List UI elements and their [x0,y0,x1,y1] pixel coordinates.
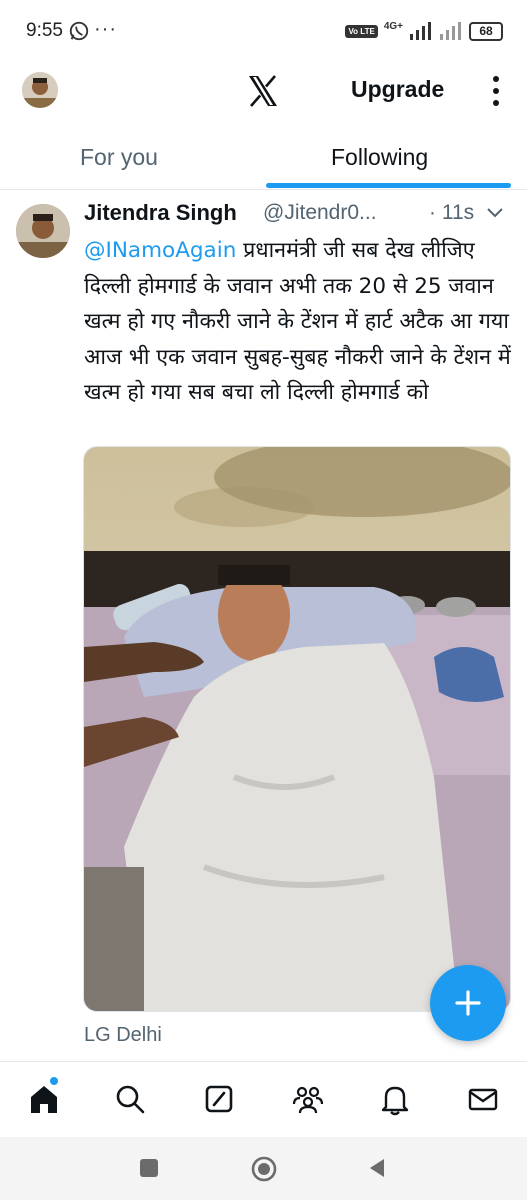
compose-button[interactable] [430,965,506,1041]
messages-icon[interactable] [466,1082,500,1116]
signal-icon-2 [440,22,461,40]
home-notification-dot [50,1077,58,1085]
profile-avatar[interactable] [22,72,58,108]
whatsapp-icon [69,21,89,41]
avatar-image [22,72,58,108]
communities-icon[interactable] [291,1082,325,1116]
author-name[interactable]: Jitendra Singh [84,200,237,226]
bottom-navigation [0,1061,527,1137]
x-logo-icon[interactable] [246,74,280,108]
tweet-timestamp[interactable]: · 11s [429,201,474,225]
status-indicators: Vo LTE 4G+ 68 [345,18,503,44]
status-bar: 9:55 ··· Vo LTE 4G+ 68 [0,0,527,62]
author-handle[interactable]: @Jitendr0... [263,201,377,225]
signal-icon [410,22,431,40]
author-avatar-image [16,204,70,258]
system-navigation-bar [0,1137,527,1200]
more-options-icon[interactable] [487,74,505,108]
notifications-icon[interactable] [378,1082,412,1116]
search-icon[interactable] [113,1082,147,1116]
volte-badge: Vo LTE [345,24,378,38]
mention-link[interactable]: @INamoAgain [84,238,236,263]
tweet-text: @INamoAgain प्रधानमंत्री जी सब देख लीजिए… [84,233,514,411]
photo-image [84,447,510,1011]
status-time: 9:55 [26,20,63,41]
back-icon[interactable] [366,1157,388,1179]
tweet-header: Jitendra Singh @Jitendr0... · 11s [84,200,514,230]
tweet-photo[interactable] [83,446,511,1012]
recents-icon[interactable] [138,1157,160,1179]
tweet-author-avatar[interactable] [16,204,70,258]
network-type: 4G+ [383,20,403,32]
home-circle-icon[interactable] [250,1155,278,1183]
grok-icon[interactable] [202,1082,236,1116]
timeline-tabs: For you Following [0,134,527,190]
active-tab-indicator [266,183,511,188]
status-more-dots: ··· [94,18,117,40]
upgrade-button[interactable]: Upgrade [351,76,444,103]
home-icon[interactable] [27,1082,61,1116]
plus-icon [455,990,481,1016]
tweet-location[interactable]: LG Delhi [84,1024,162,1047]
tweet-body: प्रधानमंत्री जी सब देख लीजिए दिल्ली होमग… [84,238,511,405]
tweet-menu-chevron-icon[interactable] [486,206,504,220]
tab-following[interactable]: Following [331,144,428,171]
battery-indicator: 68 [469,21,503,41]
tab-for-you[interactable]: For you [80,144,158,171]
